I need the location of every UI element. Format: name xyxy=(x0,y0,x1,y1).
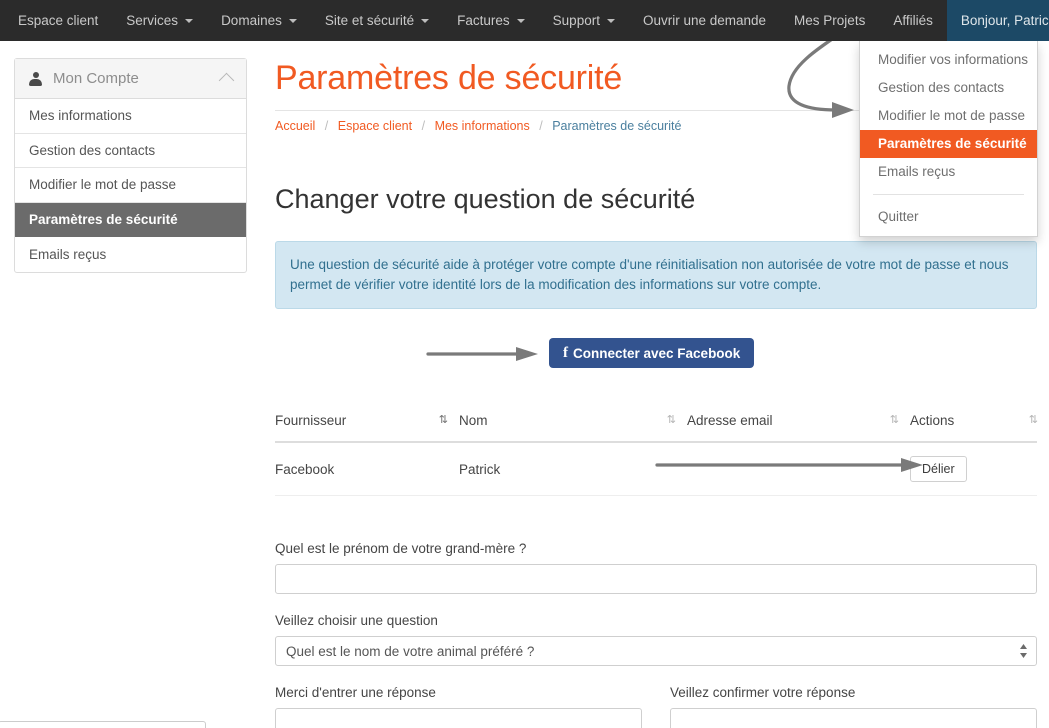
field-grandmother: Quel est le prénom de votre grand-mère ? xyxy=(275,541,1037,594)
sidebar-item-mes-informations[interactable]: Mes informations xyxy=(15,99,246,134)
sidebar-item-parametres-de-securite[interactable]: Paramètres de sécurité xyxy=(15,202,246,237)
sidebar-item-emails-recus[interactable]: Emails reçus xyxy=(15,237,246,272)
table-head: Fournisseur ⇅ Nom ⇅ Adresse email ⇅ Acti… xyxy=(275,413,1038,443)
user-icon xyxy=(29,71,42,86)
table-row: Facebook Patrick Délier xyxy=(275,442,1037,496)
nav-label: Support xyxy=(552,12,600,28)
breadcrumb-separator: / xyxy=(324,119,329,133)
breadcrumb-item-current: Paramètres de sécurité xyxy=(552,119,682,133)
linked-accounts-table: Fournisseur ⇅ Nom ⇅ Adresse email ⇅ Acti… xyxy=(275,413,1038,496)
confirm-answer-input[interactable] xyxy=(670,708,1037,728)
chevron-up-icon[interactable] xyxy=(218,72,235,89)
column-label: Actions xyxy=(910,413,955,428)
column-header-fournisseur[interactable]: Fournisseur ⇅ xyxy=(275,413,459,443)
chevron-down-icon xyxy=(606,18,615,23)
nav-label: Domaines xyxy=(221,12,282,28)
connect-facebook-label: Connecter avec Facebook xyxy=(573,345,741,361)
dropdown-item-parametres-de-securite[interactable]: Paramètres de sécurité xyxy=(860,130,1037,158)
column-header-actions[interactable]: Actions ⇅ xyxy=(910,413,1038,443)
dropdown-item-modifier-vos-informations[interactable]: Modifier vos informations xyxy=(860,46,1037,74)
nav-label: Mes Projets xyxy=(794,12,866,28)
column-header-adresse-email[interactable]: Adresse email ⇅ xyxy=(687,413,910,443)
answer-fields-row: Merci d'entrer une réponse Veillez confi… xyxy=(275,685,1037,728)
nav-item-affilies[interactable]: Affiliés xyxy=(879,0,947,41)
column-label: Nom xyxy=(459,413,488,428)
facebook-icon: f xyxy=(563,344,568,361)
annotation-arrow-to-facebook-button xyxy=(426,347,538,361)
nav-label: Factures xyxy=(457,12,510,28)
security-question-select[interactable]: Quel est le nom de votre animal préféré … xyxy=(275,636,1037,666)
sort-both-icon[interactable]: ⇅ xyxy=(1029,415,1038,426)
facebook-connect-row: f Connecter avec Facebook xyxy=(275,338,1037,368)
label-answer: Merci d'entrer une réponse xyxy=(275,685,436,700)
table-header-row: Fournisseur ⇅ Nom ⇅ Adresse email ⇅ Acti… xyxy=(275,413,1038,443)
nav-label: Ouvrir une demande xyxy=(642,12,767,28)
nav-label: Bonjour, Patrick! xyxy=(960,12,1049,28)
nav-item-mes-projets[interactable]: Mes Projets xyxy=(780,0,879,41)
field-choose-question: Veillez choisir une question Quel est le… xyxy=(275,613,1037,666)
nav-item-factures[interactable]: Factures xyxy=(443,0,539,41)
top-navbar: Espace client Services Domaines Site et … xyxy=(0,0,1049,41)
nav-label: Affiliés xyxy=(893,12,933,28)
sidebar-mon-compte: Mon Compte Mes informations Gestion des … xyxy=(14,58,247,273)
page-root: Espace client Services Domaines Site et … xyxy=(0,0,1049,728)
column-label: Adresse email xyxy=(687,413,773,428)
breadcrumb-separator: / xyxy=(539,119,543,133)
chevron-down-icon xyxy=(185,18,194,23)
sort-both-icon[interactable]: ⇅ xyxy=(667,415,676,426)
info-alert: Une question de sécurité aide à protéger… xyxy=(275,241,1037,309)
answer-input[interactable] xyxy=(275,708,642,728)
sort-desc-active-icon[interactable]: ⇅ xyxy=(439,415,448,426)
breadcrumb-item-mes-informations[interactable]: Mes informations xyxy=(435,119,530,133)
nav-label: Services xyxy=(126,12,179,28)
column-header-nom[interactable]: Nom ⇅ xyxy=(459,413,687,443)
cell-fournisseur: Facebook xyxy=(275,442,459,496)
column-label: Fournisseur xyxy=(275,413,347,428)
sidebar-item-gestion-des-contacts[interactable]: Gestion des contacts xyxy=(15,134,246,168)
nav-item-site-et-securite[interactable]: Site et sécurité xyxy=(311,0,443,41)
dropdown-item-modifier-le-mot-de-passe[interactable]: Modifier le mot de passe xyxy=(860,102,1037,130)
label-grandmother: Quel est le prénom de votre grand-mère ? xyxy=(275,541,527,556)
grandmother-input[interactable] xyxy=(275,564,1037,594)
unlink-button[interactable]: Délier xyxy=(910,456,967,482)
connect-facebook-button[interactable]: f Connecter avec Facebook xyxy=(549,338,755,368)
nav-label: Espace client xyxy=(18,12,99,28)
cell-actions: Délier xyxy=(910,442,1037,496)
chevron-down-icon xyxy=(421,18,430,23)
dropdown-separator xyxy=(873,194,1024,195)
dropdown-item-gestion-des-contacts[interactable]: Gestion des contacts xyxy=(860,74,1037,102)
nav-label: Site et sécurité xyxy=(324,12,415,28)
sidebar-header[interactable]: Mon Compte xyxy=(15,59,246,99)
chevron-down-icon xyxy=(288,18,297,23)
cell-nom: Patrick xyxy=(459,442,687,496)
nav-item-services[interactable]: Services xyxy=(112,0,207,41)
user-dropdown-menu: Modifier vos informations Gestion des co… xyxy=(859,41,1038,237)
sidebar-item-modifier-le-mot-de-passe[interactable]: Modifier le mot de passe xyxy=(15,168,246,203)
breadcrumb-item-espace-client[interactable]: Espace client xyxy=(338,119,412,133)
breadcrumb-separator: / xyxy=(421,119,426,133)
chevron-down-icon xyxy=(516,18,525,23)
nav-item-support[interactable]: Support xyxy=(539,0,629,41)
breadcrumb-item-accueil[interactable]: Accueil xyxy=(275,119,315,133)
table-body: Facebook Patrick Délier xyxy=(275,442,1037,496)
field-confirm-answer: Veillez confirmer votre réponse xyxy=(670,685,1037,728)
security-question-form: Quel est le prénom de votre grand-mère ?… xyxy=(275,541,1037,728)
dropdown-item-emails-recus[interactable]: Emails reçus xyxy=(860,158,1037,186)
dropdown-item-quitter[interactable]: Quitter xyxy=(860,203,1037,231)
nav-item-ouvrir-une-demande[interactable]: Ouvrir une demande xyxy=(629,0,780,41)
label-confirm-answer: Veillez confirmer votre réponse xyxy=(670,685,856,700)
label-choose-question: Veillez choisir une question xyxy=(275,613,438,628)
sidebar-header-label: Mon Compte xyxy=(53,70,139,87)
field-answer: Merci d'entrer une réponse xyxy=(275,685,642,728)
nav-item-espace-client[interactable]: Espace client xyxy=(0,0,112,41)
annotation-arrow-to-email-cell xyxy=(655,458,923,472)
cell-adresse-email xyxy=(655,442,923,496)
nav-item-domaines[interactable]: Domaines xyxy=(207,0,311,41)
bottom-left-panel-stub xyxy=(0,721,206,728)
nav-item-user-menu[interactable]: Bonjour, Patrick! xyxy=(946,0,1049,41)
sort-both-icon[interactable]: ⇅ xyxy=(890,415,899,426)
